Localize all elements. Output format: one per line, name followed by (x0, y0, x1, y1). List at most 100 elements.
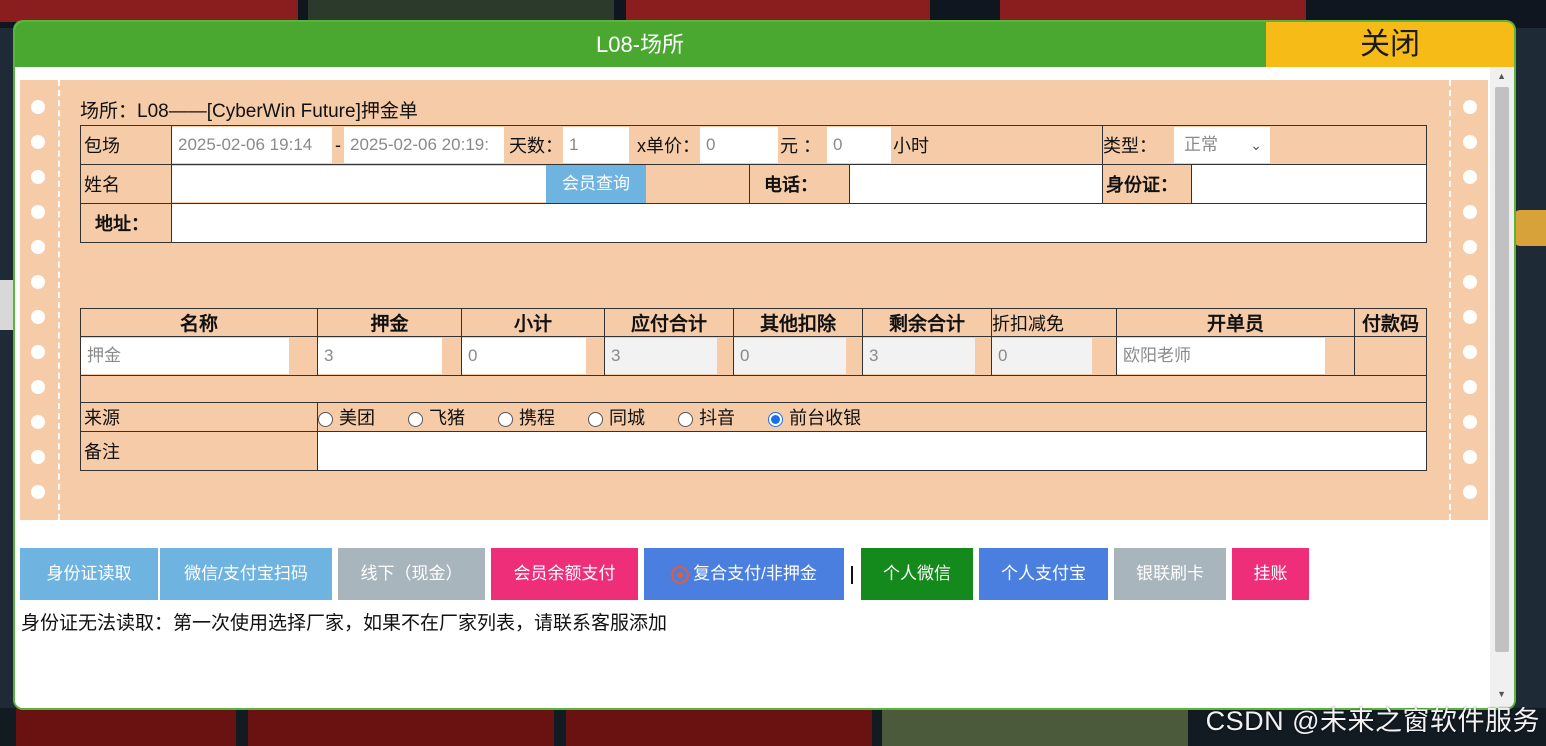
type-cell: 类型： 正常 ⌄ (1102, 125, 1427, 165)
booking-label: 包场 (84, 136, 120, 156)
perforation-line-left (58, 80, 60, 520)
unit-price-input[interactable]: 0 (700, 127, 778, 163)
deposit-items-table: 名称 押金 小计 应付合计 其他扣除 剩余合计 折扣减免 开单员 付款码 押金 … (80, 308, 1427, 471)
item-name-input[interactable]: 押金 (81, 338, 289, 374)
perforation-line-right (1449, 80, 1451, 520)
name-input[interactable] (172, 166, 546, 202)
vertical-scrollbar[interactable]: ▲ ▼ (1490, 67, 1514, 708)
wechat-alipay-scan-button[interactable]: 微信/支付宝扫码 (160, 548, 332, 600)
items-spacer-row (80, 375, 1427, 403)
punch-hole (1463, 275, 1477, 289)
punch-hole (31, 310, 45, 324)
radio-icon[interactable] (678, 411, 694, 427)
radio-selected-icon[interactable] (768, 411, 784, 427)
member-balance-button[interactable]: 会员余额支付 (491, 548, 638, 600)
punch-hole (31, 450, 45, 464)
source-option-label: 前台收银 (789, 408, 862, 428)
punch-hole (31, 205, 45, 219)
offline-cash-button[interactable]: 线下（现金） (338, 548, 485, 600)
punch-hole (31, 415, 45, 429)
scrollbar-thumb[interactable] (1495, 87, 1509, 652)
source-option-douyin[interactable]: 抖音 (678, 404, 735, 430)
id-number-input[interactable] (1191, 164, 1427, 204)
background-tile (1000, 0, 1306, 22)
member-query-button[interactable]: 会员查询 (546, 165, 646, 203)
combo-pay-label: 复合支付/非押金 (693, 564, 817, 583)
deposit-cell: 3 (317, 336, 462, 376)
subtotal-input[interactable]: 0 (462, 338, 586, 374)
punch-hole (31, 135, 45, 149)
source-option-front-desk[interactable]: 前台收银 (768, 404, 861, 430)
punch-hole (31, 275, 45, 289)
modal-header: L08-场所 关闭 (15, 22, 1514, 67)
deposit-ticket: 场所：L08——[CyberWin Future]押金单 包场 2025-02-… (20, 80, 1488, 520)
discount-cell: 0 (991, 336, 1117, 376)
source-option-label: 携程 (519, 408, 556, 428)
punch-hole (1463, 310, 1477, 324)
id-label-cell: 身份证： (1102, 164, 1192, 204)
payment-code-cell[interactable] (1354, 336, 1427, 376)
radio-icon[interactable] (318, 411, 333, 427)
scroll-down-icon[interactable]: ▼ (1497, 689, 1506, 699)
days-input[interactable]: 1 (563, 127, 629, 163)
background-tile (566, 708, 872, 746)
source-option-meituan[interactable]: 美团 (318, 404, 375, 430)
remark-input[interactable] (317, 431, 1427, 471)
address-label-cell: 地址： (80, 203, 172, 243)
name-label-cell: 姓名 (80, 164, 172, 204)
start-time-input[interactable]: 2025-02-06 19:14 (172, 127, 332, 163)
punch-hole (1463, 170, 1477, 184)
hours-input[interactable]: 0 (827, 127, 892, 163)
phone-input[interactable] (849, 164, 1103, 204)
background-tile (0, 0, 298, 22)
radio-icon[interactable] (588, 411, 604, 427)
source-option-tongcheng[interactable]: 同城 (588, 404, 645, 430)
modal-title: L08-场所 (595, 32, 685, 57)
id-read-button[interactable]: 身份证读取 (20, 548, 158, 600)
radio-icon[interactable] (498, 411, 514, 427)
type-select[interactable]: 正常 ⌄ (1174, 127, 1271, 163)
source-label: 来源 (84, 408, 120, 428)
end-time-input[interactable]: 2025-02-06 20:19: (344, 127, 504, 163)
yuan-label: 元 ： (780, 136, 822, 156)
radio-icon[interactable] (408, 411, 424, 427)
combo-pay-icon (671, 565, 690, 584)
operator-cell: 欧阳老师 (1116, 336, 1355, 376)
col-header-payable-total: 应付合计 (604, 308, 734, 337)
booking-time-cell: 2025-02-06 19:14-2025-02-06 20:19: 天数： 1 x单… (171, 125, 1103, 165)
personal-wechat-button[interactable]: 个人微信 (861, 548, 973, 600)
type-select-value: 正常 (1184, 135, 1219, 154)
combo-pay-button[interactable]: 复合支付/非押金 (644, 548, 844, 600)
source-option-feizhu[interactable]: 飞猪 (408, 404, 465, 430)
punch-hole (31, 345, 45, 359)
col-header-discount: 折扣减免 (991, 308, 1117, 337)
on-account-button[interactable]: 挂账 (1232, 548, 1309, 600)
subtotal-cell: 0 (461, 336, 605, 376)
other-deduction-input: 0 (734, 338, 846, 374)
close-button[interactable]: 关闭 (1266, 22, 1514, 67)
background-tile (248, 708, 554, 746)
punch-hole (1463, 380, 1477, 394)
item-name-cell: 押金 (80, 336, 318, 376)
discount-input: 0 (992, 338, 1092, 374)
punch-hole (1463, 345, 1477, 359)
col-header-remaining-total: 剩余合计 (862, 308, 992, 337)
unionpay-card-button[interactable]: 银联刷卡 (1114, 548, 1226, 600)
punch-hole (1463, 205, 1477, 219)
source-option-ctrip[interactable]: 携程 (498, 404, 555, 430)
punch-hole (1463, 415, 1477, 429)
address-input[interactable] (171, 203, 1427, 243)
background-side-tab (1514, 210, 1546, 246)
background-tile (308, 0, 614, 22)
name-cell: 会员查询 (171, 164, 750, 204)
background-tile (626, 0, 930, 22)
punch-hole (1463, 240, 1477, 254)
scroll-up-icon[interactable]: ▲ (1497, 71, 1506, 81)
deposit-input[interactable]: 3 (318, 338, 442, 374)
punch-hole (1463, 450, 1477, 464)
operator-input[interactable]: 欧阳老师 (1117, 338, 1325, 374)
modal-body: 场所：L08——[CyberWin Future]押金单 包场 2025-02-… (15, 67, 1514, 708)
punch-hole (1463, 135, 1477, 149)
background-tile (882, 708, 1188, 746)
personal-alipay-button[interactable]: 个人支付宝 (979, 548, 1108, 600)
